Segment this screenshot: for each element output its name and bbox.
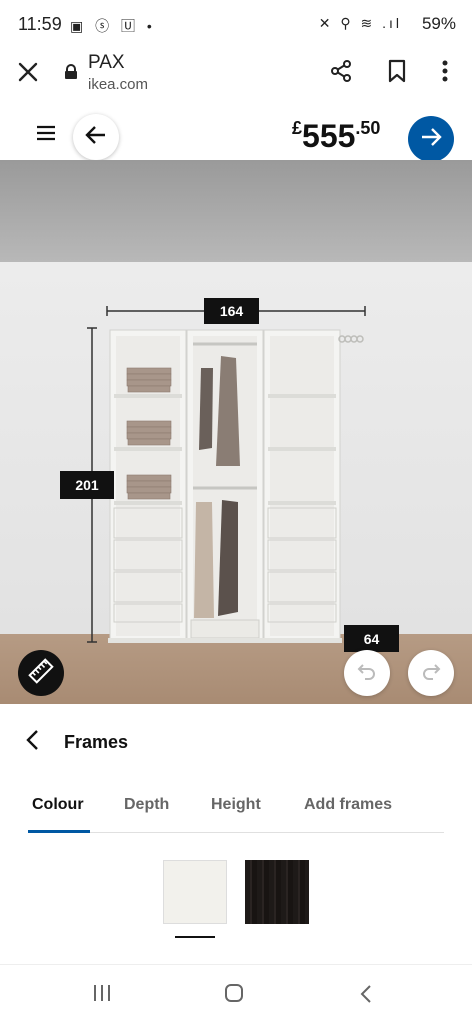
page-title: PAX bbox=[88, 52, 125, 73]
active-tab-indicator bbox=[28, 830, 90, 833]
wardrobe-render[interactable] bbox=[0, 160, 472, 704]
depth-dimension-label: 64 bbox=[344, 625, 399, 652]
tab-colour[interactable]: Colour bbox=[32, 796, 84, 814]
close-icon[interactable] bbox=[14, 58, 42, 86]
folded-clothes bbox=[126, 367, 172, 500]
page-url[interactable]: ikea.com bbox=[88, 76, 148, 93]
back-button[interactable] bbox=[73, 114, 119, 160]
redo-icon bbox=[421, 661, 441, 686]
home-icon[interactable] bbox=[224, 983, 244, 1003]
more-icon[interactable] bbox=[432, 56, 458, 86]
status-system-icons: ✕ ⚲ ≋ .ıl bbox=[318, 15, 402, 31]
chevron-left-icon[interactable] bbox=[20, 726, 44, 754]
status-notification-icons: ▣ ⓢ 🅄 • bbox=[70, 18, 156, 34]
tab-height[interactable]: Height bbox=[211, 796, 261, 814]
menu-icon[interactable] bbox=[30, 118, 62, 148]
arrow-left-icon bbox=[85, 125, 107, 150]
ruler-icon bbox=[27, 657, 55, 690]
bookmark-icon[interactable] bbox=[382, 56, 412, 86]
rail-hooks bbox=[338, 335, 364, 343]
battery-level: 59% bbox=[421, 14, 456, 33]
selected-swatch-indicator bbox=[175, 936, 215, 938]
next-button[interactable] bbox=[408, 116, 454, 162]
price-currency: £ bbox=[292, 118, 303, 138]
colour-swatch-white[interactable] bbox=[163, 860, 227, 924]
total-price: £555.50 bbox=[292, 118, 380, 155]
planner-canvas[interactable]: 164 201 64 bbox=[0, 160, 472, 704]
tab-add-frames[interactable]: Add frames bbox=[304, 796, 392, 814]
undo-icon bbox=[357, 661, 377, 686]
recent-apps-icon[interactable] bbox=[92, 983, 112, 1003]
system-back-icon[interactable] bbox=[358, 983, 374, 1005]
colour-swatch-black-brown[interactable] bbox=[245, 860, 309, 924]
panel-tabs: Colour Depth Height Add frames bbox=[0, 770, 472, 834]
panel-title: Frames bbox=[64, 732, 129, 752]
undo-button[interactable] bbox=[344, 650, 390, 696]
height-dimension-label: 201 bbox=[60, 471, 114, 499]
price-decimal: .50 bbox=[355, 118, 381, 138]
lock-icon bbox=[64, 64, 78, 79]
middle-base-drawer bbox=[190, 619, 260, 639]
width-dimension-label: 164 bbox=[204, 298, 259, 324]
share-icon[interactable] bbox=[326, 56, 356, 86]
measurements-toggle-button[interactable] bbox=[18, 650, 64, 696]
planner-header: £555.50 bbox=[0, 104, 472, 162]
tabs-divider bbox=[28, 832, 444, 833]
status-bar: 11:59 ▣ ⓢ 🅄 • ✕ ⚲ ≋ .ıl 59% bbox=[0, 0, 472, 48]
price-main: 555 bbox=[302, 118, 356, 154]
tab-depth[interactable]: Depth bbox=[124, 796, 169, 814]
redo-button[interactable] bbox=[408, 650, 454, 696]
wardrobe-plinth bbox=[108, 638, 342, 643]
status-time: 11:59 bbox=[18, 14, 62, 34]
system-nav-bar bbox=[0, 964, 472, 1025]
arrow-right-icon bbox=[420, 127, 442, 152]
options-panel: Frames Colour Depth Height Add frames bbox=[0, 704, 472, 964]
browser-toolbar: PAX ikea.com bbox=[0, 48, 472, 105]
